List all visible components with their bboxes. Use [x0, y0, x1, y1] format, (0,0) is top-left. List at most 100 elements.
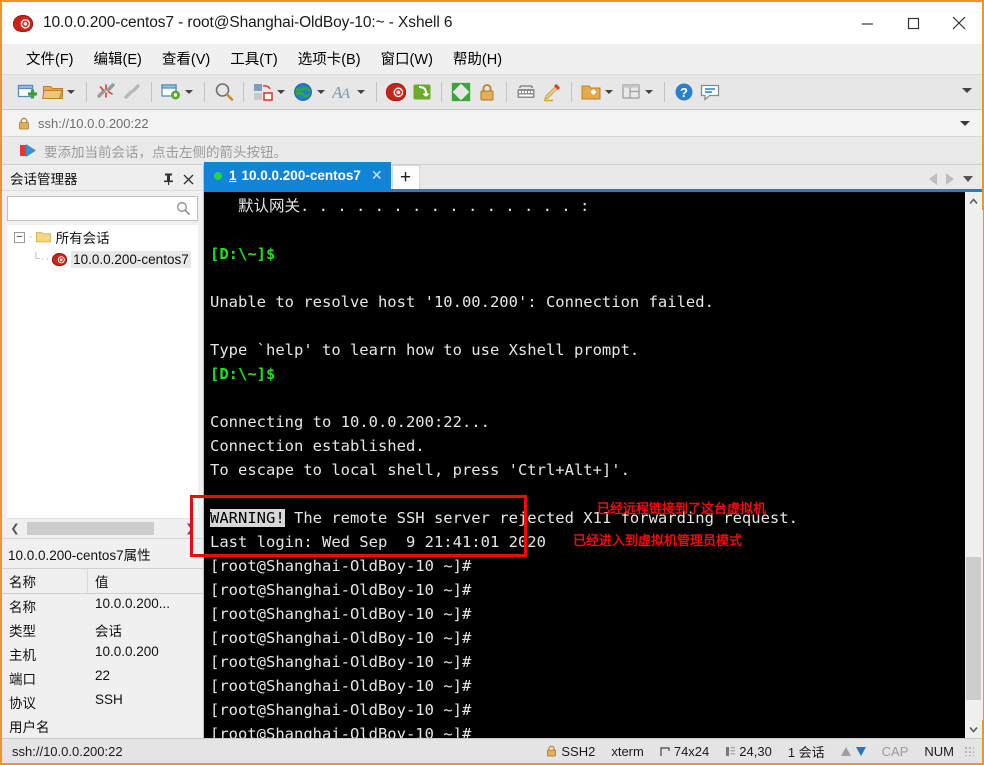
layout-button[interactable]	[618, 77, 658, 107]
session-tree-hscrollbar[interactable]: ❮ ❯	[7, 518, 198, 538]
terminal-output[interactable]: 默认网关. . . . . . . . . . . . . . . : [D:\…	[204, 192, 964, 738]
session-manager-header: 会话管理器	[2, 165, 203, 191]
comment-button[interactable]	[697, 77, 723, 107]
terminal-line: [root@Shanghai-OldBoy-10 ~]#	[210, 578, 964, 602]
menu-tabs[interactable]: 选项卡(B)	[288, 45, 371, 72]
globe-button[interactable]	[290, 77, 330, 107]
scroll-down-icon[interactable]	[965, 720, 983, 738]
terminal-text: [root@Shanghai-OldBoy-10 ~]#	[210, 629, 472, 647]
terminal-text: Last login: Wed Sep 9 21:41:01 2020	[210, 533, 546, 551]
chevron-down-icon[interactable]	[357, 90, 365, 94]
disconnect-button[interactable]	[93, 77, 119, 107]
keyboard-button[interactable]	[513, 77, 539, 107]
hscroll-thumb[interactable]	[27, 522, 155, 535]
font-button[interactable]: A A	[330, 77, 370, 107]
table-row[interactable]: 协议 SSH	[2, 690, 203, 714]
table-row[interactable]: 名称 10.0.0.200...	[2, 594, 203, 618]
tab-list-icon[interactable]	[963, 176, 973, 182]
table-row[interactable]: 端口 22	[2, 666, 203, 690]
status-num-lock: NUM	[924, 743, 954, 759]
chevron-down-icon[interactable]	[185, 90, 193, 94]
tab-index: 1	[229, 168, 237, 183]
help-button[interactable]: ?	[671, 77, 697, 107]
new-session-icon	[16, 81, 38, 103]
search-icon[interactable]	[176, 201, 191, 216]
menu-view[interactable]: 查看(V)	[152, 45, 220, 72]
terminal-text: [root@Shanghai-OldBoy-10 ~]#	[210, 557, 472, 575]
property-name: 协议	[9, 696, 36, 711]
terminal-prompt: [D:\~]$	[210, 245, 276, 263]
resize-grip-icon[interactable]	[964, 746, 974, 756]
status-term-type: xterm	[611, 743, 644, 759]
reconnect-button[interactable]	[119, 77, 145, 107]
tree-node-session[interactable]: └·· 10.0.0.200-centos7	[8, 248, 197, 270]
close-icon[interactable]	[183, 172, 194, 184]
search-input[interactable]	[8, 198, 197, 219]
terminal-line: 默认网关. . . . . . . . . . . . . . . :	[210, 194, 964, 218]
menu-edit[interactable]: 编辑(E)	[84, 45, 152, 72]
status-cursor-pos: 24,30	[739, 743, 772, 759]
terminal-line: [root@Shanghai-OldBoy-10 ~]#	[210, 602, 964, 626]
chevron-down-icon[interactable]	[317, 90, 325, 94]
menu-window[interactable]: 窗口(W)	[371, 45, 443, 72]
resize-icon	[660, 746, 674, 757]
chevron-down-icon[interactable]	[605, 90, 613, 94]
fullscreen-button[interactable]	[448, 77, 474, 107]
tab-session-1[interactable]: 1 10.0.0.200-centos7 ✕	[204, 162, 391, 189]
tab-prev-icon[interactable]	[929, 173, 937, 185]
tab-next-icon[interactable]	[946, 173, 954, 185]
lock-session-button[interactable]	[474, 77, 500, 107]
hscroll-track[interactable]	[23, 522, 182, 535]
menu-file[interactable]: 文件(F)	[16, 45, 84, 72]
xshell-button[interactable]	[383, 77, 409, 107]
minimize-button[interactable]	[844, 2, 890, 44]
toolbar-separator	[506, 82, 507, 102]
chevron-down-icon[interactable]	[645, 90, 653, 94]
new-tab-button[interactable]: +	[391, 165, 420, 189]
xftp-button[interactable]	[409, 77, 435, 107]
transfer-button[interactable]	[250, 77, 290, 107]
session-search-box[interactable]	[7, 196, 198, 221]
terminal-line: Type `help' to learn how to use Xshell p…	[210, 338, 964, 362]
tree-node-all-sessions[interactable]: − · 所有会话	[8, 226, 197, 248]
session-tree[interactable]: − · 所有会话 └·· 10.0.0.200-centos7	[7, 225, 198, 518]
menu-help[interactable]: 帮助(H)	[443, 45, 512, 72]
chevron-down-icon[interactable]	[960, 121, 970, 126]
scroll-up-icon[interactable]	[965, 192, 983, 210]
expander-icon[interactable]: −	[14, 231, 25, 243]
property-name: 主机	[9, 648, 36, 663]
new-session-button[interactable]	[14, 77, 40, 107]
terminal-line: [D:\~]$	[210, 362, 964, 386]
toolbar-separator	[204, 82, 205, 102]
scroll-right-icon[interactable]: ❯	[182, 522, 198, 535]
notice-bar: 要添加当前会话，点击左侧的箭头按钮。	[2, 137, 982, 165]
terminal-line: [root@Shanghai-OldBoy-10 ~]#	[210, 698, 964, 722]
scrollbar-track[interactable]	[964, 210, 983, 720]
compose-button[interactable]	[539, 77, 565, 107]
chevron-down-icon[interactable]	[67, 90, 75, 94]
maximize-button[interactable]	[890, 2, 936, 44]
open-session-button[interactable]	[40, 77, 80, 107]
title-bar: 10.0.0.200-centos7 - root@Shanghai-OldBo…	[2, 2, 982, 44]
address-bar[interactable]: ssh://10.0.0.200:22	[2, 110, 982, 137]
session-properties-icon	[160, 81, 182, 103]
terminal-scrollbar[interactable]	[964, 192, 983, 738]
close-icon[interactable]: ✕	[371, 167, 383, 184]
disconnect-icon	[95, 81, 117, 103]
scrollbar-thumb[interactable]	[965, 556, 981, 700]
scroll-left-icon[interactable]: ❮	[7, 522, 23, 535]
table-row[interactable]: 主机 10.0.0.200	[2, 642, 203, 666]
session-properties-button[interactable]	[158, 77, 198, 107]
find-button[interactable]	[211, 77, 237, 107]
close-button[interactable]	[936, 2, 982, 44]
new-folder-button[interactable]	[578, 77, 618, 107]
address-input[interactable]: ssh://10.0.0.200:22	[38, 116, 149, 131]
chevron-down-icon[interactable]	[277, 90, 285, 94]
menu-tools[interactable]: 工具(T)	[220, 45, 288, 72]
table-row[interactable]: 类型 会话	[2, 618, 203, 642]
toolbar-overflow-icon[interactable]	[962, 88, 972, 93]
table-row[interactable]: 用户名	[2, 714, 203, 738]
terminal-line: Unable to resolve host '10.00.200': Conn…	[210, 290, 964, 314]
lock-icon	[546, 745, 557, 757]
pin-icon[interactable]	[163, 172, 174, 185]
